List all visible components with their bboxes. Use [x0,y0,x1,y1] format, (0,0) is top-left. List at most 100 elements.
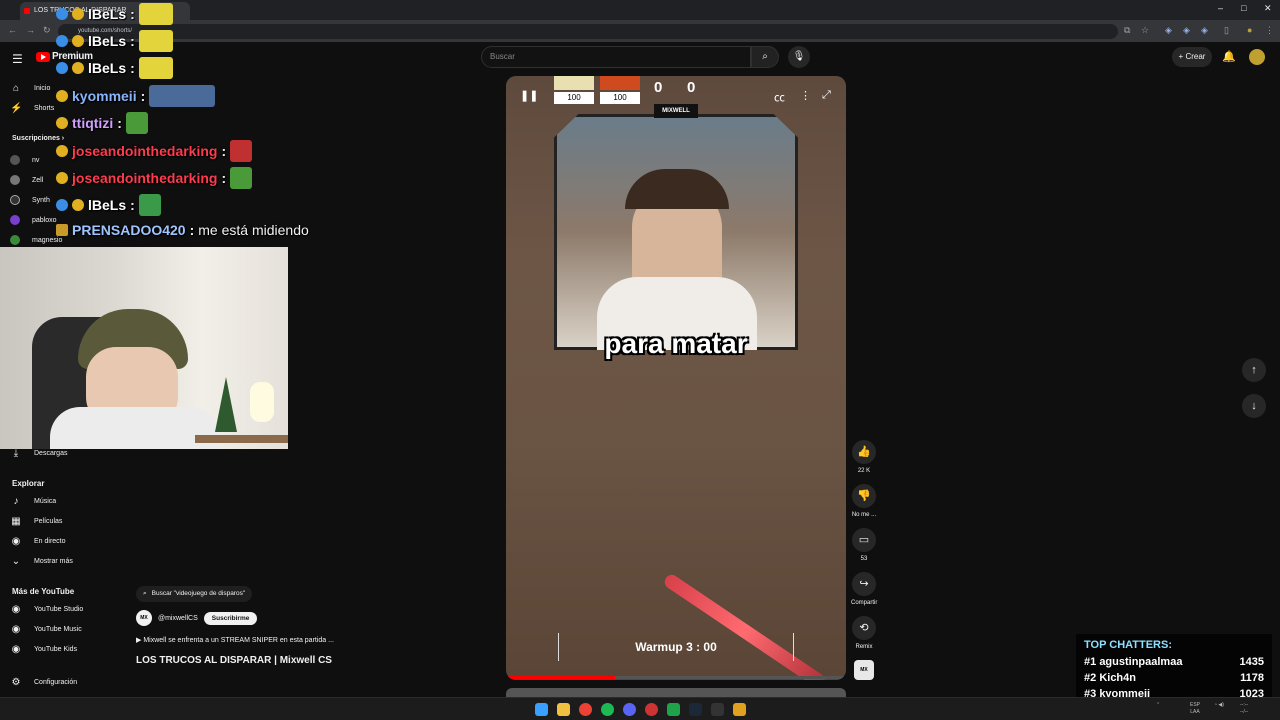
voice-search-button[interactable]: 🎙 [788,46,810,68]
windows-taskbar: ⌃ ESP LAA ◔ ◀) --:-- --/-- [0,697,1280,720]
comments-action[interactable]: ▭ 53 [851,528,877,562]
steam-icon[interactable] [689,703,702,716]
chat-username: joseandointhedarking [72,170,218,186]
sidebar-item-configuracion[interactable]: ⚙ Configuración [10,677,78,688]
crown-badge-icon [56,90,68,102]
chatter-rank: #1 [1084,656,1097,668]
profile-icon[interactable]: ● [1247,25,1252,35]
sub-badge-icon [56,172,68,184]
chatter-name: Kich4n [1099,672,1136,684]
subscribe-button[interactable]: Suscribirme [203,611,258,625]
subscriptions-title: Suscripciones [12,135,60,142]
chatter-row: #2 Kich4n 1178 [1084,670,1264,686]
back-icon[interactable]: ← [8,25,17,35]
more-options-button[interactable]: ⋮ [800,89,811,102]
app-icon[interactable] [645,703,658,716]
chat-message: PRENSADOO420: me está midiendo [56,222,309,238]
comment-count: 53 [860,556,868,562]
url-field[interactable]: youtube.com/shorts/ [58,24,1118,39]
menu-icon[interactable]: ☰ [12,52,23,66]
minion-emote-icon [138,57,173,79]
chevron-down-icon: ⌄ [11,556,21,567]
clock[interactable]: --:-- --/-- [1240,702,1248,716]
share-label: Compartir [851,600,878,606]
sidebar-item-label: Música [34,498,57,505]
sidepanel-icon[interactable]: ▯ [1224,25,1229,36]
sidebar-item-label: Shorts [34,105,55,112]
sidebar-item-youtube-studio[interactable]: ◉ YouTube Studio [10,604,84,615]
reload-icon[interactable]: ↻ [43,25,51,36]
sidebar-item-youtube-kids[interactable]: ◉ YouTube Kids [10,644,77,655]
extension-icon[interactable]: ◈ [1183,25,1190,36]
install-icon[interactable]: ⧉ [1124,25,1130,36]
sidebar-item-en-directo[interactable]: ◉ En directo [10,536,66,547]
search-button[interactable]: ⌕ [751,46,779,68]
tray-chevron-icon[interactable]: ⌃ [1156,702,1160,709]
subscription-item[interactable]: Zell [10,175,43,185]
network-volume-icon[interactable]: ◔ ◀) [1214,702,1224,709]
sidebar-item-youtube-music[interactable]: ◉ YouTube Music [10,624,82,635]
subscription-item[interactable]: magnesio [10,235,62,245]
share-action[interactable]: ↪ Compartir [851,572,877,606]
captions-button[interactable]: ㏄ [774,89,785,105]
knife-weapon [662,572,828,680]
create-button[interactable]: + Crear [1172,47,1212,67]
sidebar-item-shorts[interactable]: ⚡ Shorts [10,103,54,114]
start-icon[interactable] [535,703,548,716]
pause-button[interactable]: ❚❚ [520,89,538,102]
previous-short-button[interactable]: ↑ [1242,358,1266,382]
score-left: 0 [654,79,663,96]
sidebar-item-descargas[interactable]: ⤓ Descargas [10,448,68,459]
sidebar-item-label: YouTube Studio [34,606,84,613]
next-short-preview[interactable] [506,688,846,697]
search-input[interactable]: Buscar [481,46,751,68]
sidebar-item-musica[interactable]: ♪ Música [10,496,57,507]
subscription-item[interactable]: Synth [10,195,50,205]
related-search-chip[interactable]: ⌕ Buscar "videojuego de disparos" [136,586,253,602]
sidebar-item-mostrar-mas[interactable]: ⌄ Mostrar más [10,556,73,567]
browser-menu-icon[interactable]: ⋮ [1265,25,1274,36]
channel-avatar [10,155,20,165]
app-icon[interactable] [733,703,746,716]
minimize-button[interactable]: – [1218,3,1223,13]
fullscreen-button[interactable]: ⤢ [822,89,831,102]
like-action[interactable]: 👍 22 K [851,440,877,474]
share-icon: ↪ [852,572,876,596]
bookmark-star-icon[interactable]: ☆ [1141,25,1149,36]
notifications-bell-icon[interactable]: 🔔 [1222,50,1236,63]
close-window-button[interactable]: ✕ [1264,3,1272,14]
account-avatar[interactable] [1249,49,1265,65]
subscription-item[interactable]: nv [10,155,39,165]
maximize-button[interactable]: □ [1241,3,1246,13]
extension-icon[interactable]: ◈ [1201,25,1208,36]
app-icon[interactable] [667,703,680,716]
language-indicator[interactable]: ESP LAA [1190,702,1200,716]
channel-name[interactable]: @mixwellCS [158,615,198,622]
dislike-action[interactable]: 👎 No me ... [851,484,877,518]
team-logo-right [600,76,640,90]
chat-message: ttiqtizi: [56,112,148,134]
file-explorer-icon[interactable] [557,703,570,716]
channel-avatar [10,215,20,225]
next-short-button[interactable]: ↓ [1242,394,1266,418]
extension-icon[interactable]: ◈ [1165,25,1172,36]
epic-games-icon[interactable] [711,703,724,716]
shorts-video-player[interactable]: 100 100 0 0 ❚❚ ㏄ ⋮ ⤢ MIXWELL para matar … [506,76,846,680]
chat-message: joseandointhedarking: [56,140,253,162]
sidebar-item-inicio[interactable]: ⌂ Inicio [10,83,50,94]
video-progress-bar[interactable] [506,676,846,679]
forward-icon[interactable]: → [26,25,35,35]
sidebar-item-peliculas[interactable]: ▦ Películas [10,516,62,527]
chatter-row: #1 agustinpaalmaa 1435 [1084,654,1264,670]
streamer-hair [625,169,729,209]
subscription-item[interactable]: pabloxo [10,215,57,225]
top-chatters-header: TOP CHATTERS: [1084,639,1173,651]
channel-avatar[interactable]: MX [136,610,152,626]
discord-icon[interactable] [623,703,636,716]
channel-sound-icon[interactable]: MX [854,660,874,680]
spotify-icon[interactable] [601,703,614,716]
like-count: 22 K [857,468,871,474]
remix-action[interactable]: ⟲ Remix [851,616,877,650]
video-description[interactable]: ▶ Mixwell se enfrenta a un STREAM SNIPER… [136,636,334,644]
chrome-icon[interactable] [579,703,592,716]
